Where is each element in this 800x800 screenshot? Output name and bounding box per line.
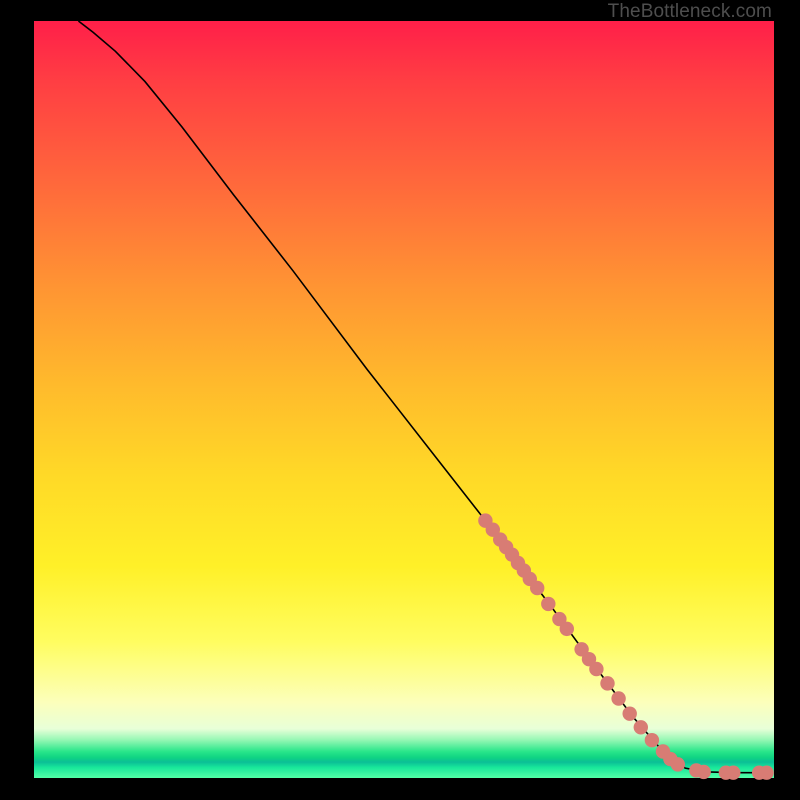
data-dot (589, 662, 603, 676)
plot-area (34, 21, 774, 778)
data-dot (634, 720, 648, 734)
data-dot (726, 766, 740, 780)
chart-frame: TheBottleneck.com (0, 0, 800, 800)
data-dot (623, 706, 637, 720)
data-dot (645, 733, 659, 747)
data-dot (611, 691, 625, 705)
bottleneck-curve (78, 21, 766, 773)
data-dots (478, 513, 774, 779)
data-dot (560, 622, 574, 636)
watermark-label: TheBottleneck.com (608, 1, 772, 23)
data-dot (697, 765, 711, 779)
data-dot (759, 766, 773, 780)
data-dot (541, 597, 555, 611)
data-dot (600, 676, 614, 690)
data-dot (671, 757, 685, 771)
chart-svg (34, 21, 774, 778)
data-dot (530, 581, 544, 595)
